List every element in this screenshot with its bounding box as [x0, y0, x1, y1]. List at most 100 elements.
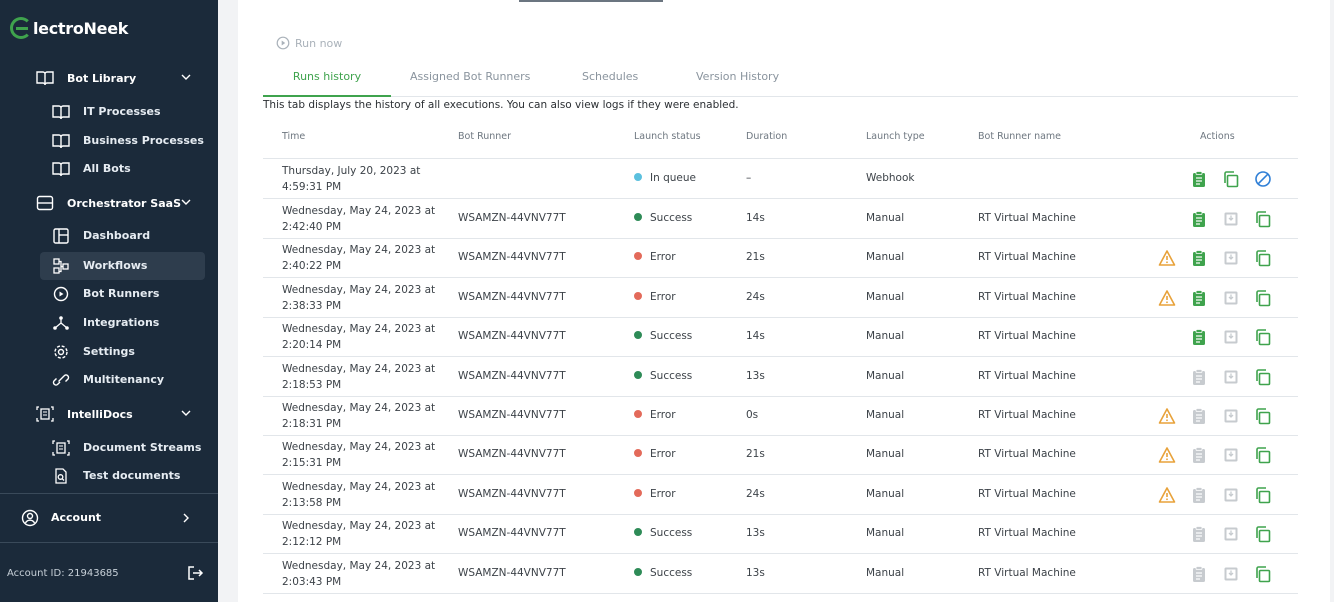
duration: – — [746, 172, 752, 184]
play-circle-icon — [276, 36, 290, 50]
warning-icon[interactable] — [1158, 407, 1176, 425]
sidebar-item-dashboard[interactable]: Dashboard — [40, 222, 205, 250]
sidebar-item-workflows[interactable]: Workflows — [40, 252, 205, 280]
run-time: Thursday, July 20, 2023 at 4:59:31 PM — [282, 163, 442, 195]
copy-icon[interactable] — [1254, 525, 1272, 543]
table-row: Wednesday, May 24, 2023 at 2:40:22 PM WSAM… — [263, 238, 1298, 278]
warning-icon[interactable] — [1158, 446, 1176, 464]
download-results-icon — [1224, 291, 1238, 305]
sidebar-item-test-documents[interactable]: Test documents — [40, 462, 205, 490]
status-label: Error — [650, 488, 676, 500]
launch-type: Manual — [866, 370, 905, 382]
run-date: Wednesday, May 24, 2023 at — [282, 520, 436, 532]
copy-icon[interactable] — [1254, 368, 1272, 386]
top-tab-indicator — [519, 0, 663, 2]
run-clock: 4:59:31 PM — [282, 181, 342, 193]
run-clock: 2:20:14 PM — [282, 339, 342, 351]
tab-assigned-bot-runners[interactable]: Assigned Bot Runners — [410, 70, 530, 97]
status-label: Error — [650, 448, 676, 460]
sidebar-item-it-processes[interactable]: IT Processes — [40, 98, 205, 126]
sidebar-item-multitenancy[interactable]: Multitenancy — [40, 366, 205, 394]
tab-description: This tab displays the history of all exe… — [263, 99, 739, 111]
status-dot — [634, 410, 642, 418]
copy-icon[interactable] — [1254, 328, 1272, 346]
launch-type: Manual — [866, 567, 905, 579]
copy-icon[interactable] — [1254, 210, 1272, 228]
chevron-right-icon — [183, 513, 189, 523]
copy-icon[interactable] — [1222, 170, 1240, 188]
tab-version-history[interactable]: Version History — [696, 70, 779, 97]
download-results-icon — [1224, 370, 1238, 384]
bot-runner-name: RT Virtual Machine — [978, 212, 1076, 224]
logs-clipboard-icon[interactable] — [1190, 210, 1208, 228]
logs-clipboard-icon — [1193, 566, 1205, 582]
bot-runner: WSAMZN-44VNV77T — [458, 330, 566, 342]
logout-icon[interactable] — [186, 564, 204, 582]
run-date: Wednesday, May 24, 2023 at — [282, 205, 436, 217]
dashboard-icon — [53, 228, 69, 244]
copy-icon[interactable] — [1254, 407, 1272, 425]
section-orchestrator[interactable]: Orchestrator SaaS — [0, 189, 218, 217]
logs-clipboard-icon[interactable] — [1190, 289, 1208, 307]
download-results-icon — [1224, 330, 1238, 344]
section-bot-library[interactable]: Bot Library — [0, 64, 218, 92]
status-dot — [634, 528, 642, 536]
logs-clipboard-icon[interactable] — [1190, 249, 1208, 267]
tab-schedules[interactable]: Schedules — [582, 70, 638, 97]
sidebar-item-label: All Bots — [83, 162, 131, 175]
sidebar-item-business-processes[interactable]: Business Processes — [40, 127, 205, 155]
download-results-icon — [1224, 527, 1238, 541]
bot-runner: WSAMZN-44VNV77T — [458, 488, 566, 500]
cancel-run-icon[interactable] — [1254, 170, 1272, 188]
duration: 14s — [746, 212, 765, 224]
table-row: Wednesday, May 24, 2023 at 2:15:31 PM WSAM… — [263, 435, 1298, 475]
bot-runner: WSAMZN-44VNV77T — [458, 291, 566, 303]
column-header: Bot Runner — [458, 131, 512, 142]
copy-icon[interactable] — [1254, 446, 1272, 464]
section-intellidocs[interactable]: IntelliDocs — [0, 400, 218, 428]
book-icon — [52, 134, 70, 149]
status-dot — [634, 489, 642, 497]
download-results-icon — [1224, 251, 1238, 265]
sidebar-divider — [0, 493, 218, 494]
book-icon — [36, 71, 54, 86]
logo[interactable]: lectroNeek — [10, 14, 128, 42]
copy-icon[interactable] — [1254, 565, 1272, 583]
warning-icon[interactable] — [1158, 289, 1176, 307]
logs-clipboard-icon — [1193, 369, 1205, 385]
table-row: Wednesday, May 24, 2023 at 2:12:12 PM WSAM… — [263, 514, 1298, 554]
user-circle-icon — [21, 509, 39, 527]
table-row: Wednesday, May 24, 2023 at 2:13:58 PM WSAM… — [263, 475, 1298, 515]
copy-icon[interactable] — [1254, 289, 1272, 307]
section-label: Orchestrator SaaS — [67, 196, 182, 210]
account-menu[interactable]: Account — [0, 504, 218, 532]
status-dot — [634, 252, 642, 260]
sidebar: lectroNeek Bot Library IT Processes Busi… — [0, 0, 218, 602]
run-time: Wednesday, May 24, 2023 at 2:38:33 PM — [282, 282, 442, 314]
sidebar-item-bot-runners[interactable]: Bot Runners — [40, 280, 205, 308]
warning-icon[interactable] — [1158, 249, 1176, 267]
duration: 13s — [746, 370, 765, 382]
status-dot — [634, 213, 642, 221]
copy-icon[interactable] — [1254, 249, 1272, 267]
launch-status: Error — [634, 291, 676, 303]
sidebar-item-settings[interactable]: Settings — [40, 338, 205, 366]
link-icon — [52, 374, 70, 386]
sidebar-item-integrations[interactable]: Integrations — [40, 309, 205, 337]
tab-runs-history[interactable]: Runs history — [263, 70, 391, 97]
logs-clipboard-icon[interactable] — [1190, 328, 1208, 346]
run-now-button[interactable]: Run now — [276, 36, 342, 50]
logs-clipboard-icon[interactable] — [1190, 170, 1208, 188]
table-row: Wednesday, May 24, 2023 at 2:42:40 PM WSAM… — [263, 199, 1298, 239]
column-header: Bot Runner name — [978, 131, 1062, 142]
bot-runner-name: RT Virtual Machine — [978, 291, 1076, 303]
copy-icon[interactable] — [1254, 486, 1272, 504]
gear-icon — [54, 345, 68, 359]
workflow-icon — [53, 258, 69, 274]
integrations-icon — [53, 316, 69, 330]
sidebar-item-document-streams[interactable]: Document Streams — [40, 434, 205, 462]
warning-icon[interactable] — [1158, 486, 1176, 504]
bot-runner-name: RT Virtual Machine — [978, 251, 1076, 263]
status-label: Success — [650, 212, 693, 224]
sidebar-item-all-bots[interactable]: All Bots — [40, 155, 205, 183]
